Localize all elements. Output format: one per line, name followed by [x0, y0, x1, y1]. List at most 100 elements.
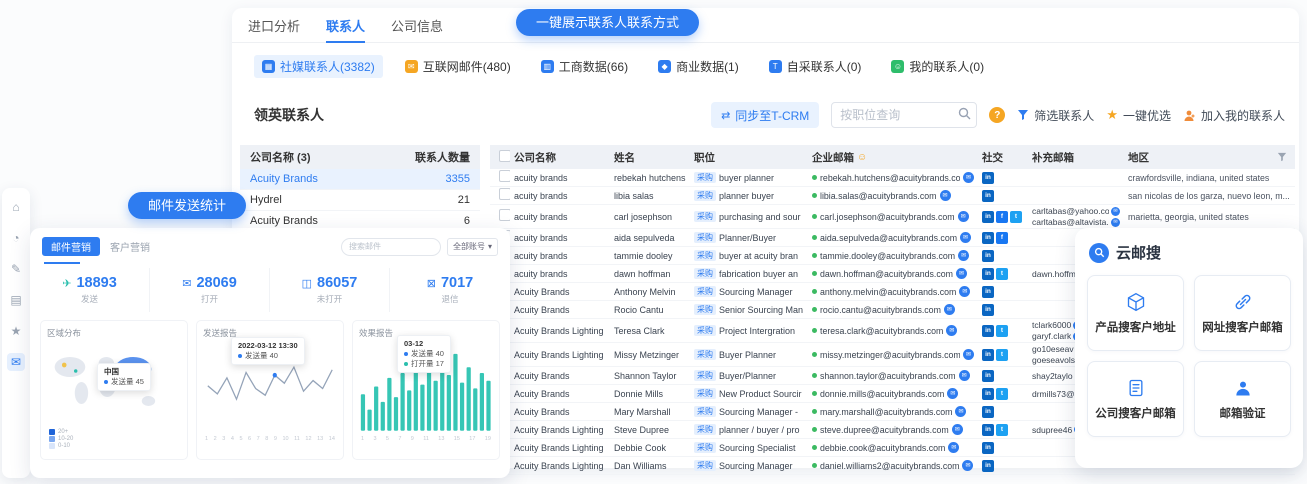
tab-import-analysis[interactable]: 进口分析 — [248, 16, 300, 35]
send-mail-icon[interactable]: ✉ — [963, 172, 974, 183]
send-mail-icon[interactable]: ✉ — [956, 268, 967, 279]
social-icon[interactable]: in — [982, 250, 994, 262]
chip-label: 社媒联系人(3382) — [280, 58, 375, 75]
social-icon[interactable]: in — [982, 304, 994, 316]
send-mail-icon[interactable]: ✉ — [959, 286, 970, 297]
social-icon[interactable]: f — [996, 232, 1008, 244]
header-company: 公司名称 — [510, 150, 610, 165]
source-chip[interactable]: ▦ 社媒联系人(3382) — [254, 55, 383, 78]
send-mail-icon[interactable]: ✉ — [948, 442, 959, 453]
social-icon[interactable]: in — [982, 349, 994, 361]
tab-contacts[interactable]: 联系人 — [326, 16, 365, 35]
column-filter-icon[interactable] — [1277, 152, 1287, 162]
social-icon[interactable]: in — [982, 268, 994, 280]
social-icon[interactable]: in — [982, 172, 994, 184]
send-mail-icon[interactable]: ✉ — [958, 250, 969, 261]
source-chip[interactable]: ☺ 我的联系人(0) — [883, 55, 992, 78]
social-icon[interactable]: in — [982, 370, 994, 382]
social-icon[interactable]: t — [996, 388, 1008, 400]
social-icon[interactable]: f — [996, 211, 1008, 223]
card-product-search[interactable]: 产品搜客户地址 — [1087, 275, 1184, 351]
home-icon[interactable]: ⌂ — [7, 198, 25, 216]
sync-tcrm-button[interactable]: ⇄ 同步至T-CRM — [711, 102, 819, 128]
tick-label: 6 — [248, 436, 251, 442]
social-icon[interactable]: in — [982, 460, 994, 472]
tab-customer-marketing[interactable]: 客户营销 — [110, 239, 150, 254]
table-row[interactable]: acuity brands libia salas 采购 planner buy… — [490, 187, 1295, 205]
source-chip[interactable]: ◆ 商业数据(1) — [650, 55, 747, 78]
social-icon[interactable]: in — [982, 325, 994, 337]
social-icon[interactable]: t — [996, 325, 1008, 337]
help-icon[interactable]: ? — [989, 107, 1005, 123]
row-checkbox[interactable] — [499, 188, 510, 200]
send-mail-icon[interactable]: ✉ — [952, 424, 963, 435]
favorites-icon[interactable]: ★ — [7, 322, 25, 340]
social-icon[interactable]: in — [982, 424, 994, 436]
card-label: 邮箱验证 — [1220, 405, 1266, 421]
one-click-optimize-button[interactable]: ★ 一键优选 — [1106, 107, 1171, 124]
card-email-verify[interactable]: 邮箱验证 — [1194, 361, 1291, 437]
cell-company: acuity brands — [510, 212, 610, 222]
social-icon[interactable]: in — [982, 388, 994, 400]
cell-company: acuity brands — [510, 251, 610, 261]
table-row[interactable]: acuity brands rebekah hutchens 采购 buyer … — [490, 169, 1295, 187]
send-mail-icon[interactable]: ✉ — [963, 349, 974, 360]
source-chip[interactable]: T 自采联系人(0) — [761, 55, 870, 78]
send-mail-icon[interactable]: ✉ — [1111, 207, 1120, 216]
social-icon[interactable]: in — [982, 211, 994, 223]
card-company-search[interactable]: 公司搜客户邮箱 — [1087, 361, 1184, 437]
send-mail-icon[interactable]: ✉ — [940, 190, 951, 201]
contact-count-header: 联系人数量 — [415, 149, 470, 165]
social-icon[interactable]: t — [996, 349, 1008, 361]
social-icon[interactable]: in — [982, 286, 994, 298]
send-mail-icon[interactable]: ✉ — [960, 232, 971, 243]
row-checkbox[interactable] — [499, 170, 510, 182]
list-icon[interactable]: ▤ — [7, 291, 25, 309]
tab-email-marketing[interactable]: 邮件营销 — [42, 237, 100, 256]
email-text: rebekah.hutchens@acuitybrands.com — [820, 173, 960, 183]
table-row[interactable]: acuity brands carl josephson 采购 purchasi… — [490, 205, 1295, 229]
source-chip[interactable]: ▥ 工商数据(66) — [533, 55, 636, 78]
cell-title: 采购 planner buyer — [690, 190, 808, 201]
send-mail-icon[interactable]: ✉ — [947, 388, 958, 399]
social-icon[interactable]: in — [982, 442, 994, 454]
search-icon[interactable] — [958, 107, 971, 120]
social-icon[interactable]: in — [982, 190, 994, 202]
chip-icon: ▦ — [262, 60, 275, 73]
cell-name: Steve Dupree — [610, 425, 690, 435]
contact-count: 21 — [458, 194, 470, 206]
social-icon[interactable]: in — [982, 406, 994, 418]
send-mail-icon[interactable]: ✉ — [955, 406, 966, 417]
send-mail-icon[interactable]: ✉ — [958, 211, 969, 222]
social-icon[interactable]: t — [996, 424, 1008, 436]
social-icon[interactable]: t — [1010, 211, 1022, 223]
tick-label: 1 — [361, 436, 364, 442]
filter-contacts-button[interactable]: 筛选联系人 — [1017, 107, 1094, 124]
social-icon[interactable]: in — [982, 232, 994, 244]
tab-company-info[interactable]: 公司信息 — [391, 16, 443, 35]
tooltip-metric: 发送量 — [411, 349, 434, 358]
company-row[interactable]: Hydrel 21 — [240, 190, 480, 211]
add-to-my-contacts-button[interactable]: 加入我的联系人 — [1183, 107, 1285, 124]
mini-search-input[interactable] — [341, 238, 441, 256]
title-text: Sourcing Manager — [719, 287, 793, 297]
send-mail-icon[interactable]: ✉ — [1111, 218, 1120, 227]
select-all-checkbox[interactable] — [499, 150, 510, 162]
send-mail-icon[interactable]: ✉ — [962, 460, 973, 471]
source-chip[interactable]: ✉ 互联网邮件(480) — [397, 55, 519, 78]
send-report-chart-card: 发送报告 1234567891011121314 2022-03-12 13:3… — [196, 320, 344, 460]
social-icon[interactable]: t — [996, 268, 1008, 280]
compose-icon[interactable]: ✎ — [7, 260, 25, 278]
tick-label: 4 — [231, 436, 234, 442]
search-input[interactable] — [831, 102, 977, 128]
company-row[interactable]: Acuity Brands 3355 — [240, 169, 480, 190]
account-select[interactable]: 全部账号 ▾ — [447, 238, 498, 256]
history-icon[interactable]: ◔ — [7, 229, 25, 247]
row-checkbox[interactable] — [499, 209, 510, 221]
send-mail-icon[interactable]: ✉ — [946, 325, 957, 336]
send-mail-icon[interactable]: ✉ — [959, 370, 970, 381]
verified-dot-icon — [812, 352, 817, 357]
mail-icon[interactable]: ✉ — [7, 353, 25, 371]
send-mail-icon[interactable]: ✉ — [944, 304, 955, 315]
card-url-search[interactable]: 网址搜客户邮箱 — [1194, 275, 1291, 351]
